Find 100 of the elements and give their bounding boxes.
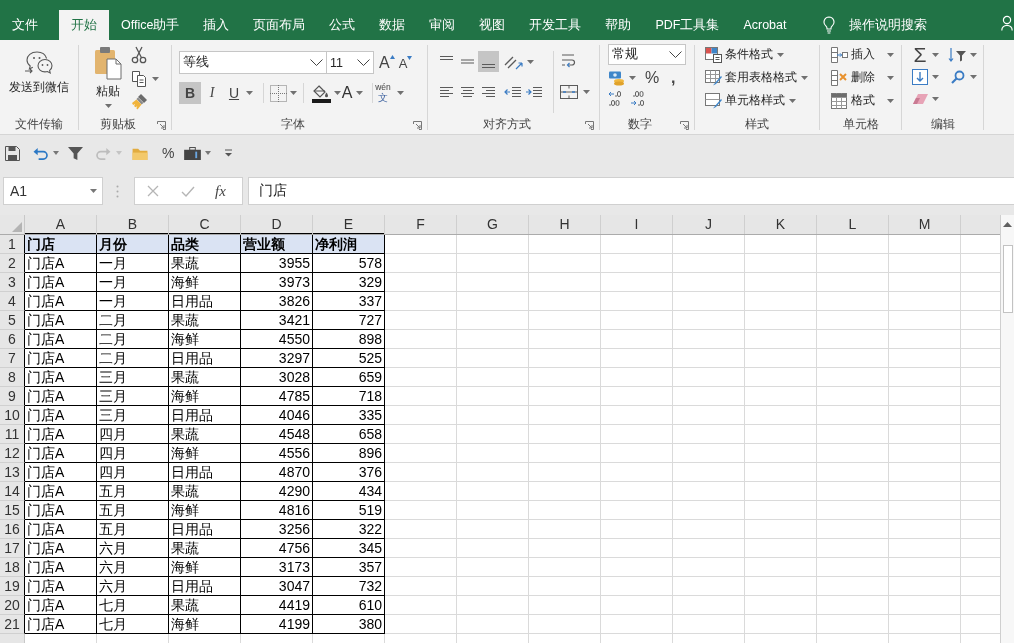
row-header[interactable]: 10 [0,406,25,425]
ribbon-tab[interactable]: 开始 [59,10,109,40]
column-header[interactable]: G [457,215,529,234]
paste-button[interactable]: 粘贴 [88,46,128,108]
column-header[interactable]: F [385,215,457,234]
ribbon-tab[interactable]: 文件 [0,10,50,40]
send-to-wechat-button[interactable]: 发送到微信 [9,50,69,96]
caret-icon[interactable] [290,91,297,95]
undo-icon[interactable] [33,146,48,160]
row-header[interactable]: 12 [0,444,25,463]
column-header[interactable]: E [313,215,385,234]
column-header[interactable]: D [241,215,313,234]
caret-icon[interactable] [246,91,253,95]
ribbon-tab[interactable]: 公式 [317,10,368,40]
font-name-field[interactable]: 等线 [179,51,327,74]
formula-input[interactable]: 门店 [248,177,1014,205]
ribbon-tab[interactable]: 帮助 [593,10,644,40]
caret-icon[interactable] [970,53,977,57]
money-icon[interactable] [608,69,625,86]
percent-style-button[interactable]: % [645,68,660,87]
decrease-font-size-button[interactable]: A [398,52,413,73]
number-format-field[interactable]: 常规 [608,44,686,65]
user-icon[interactable] [1001,15,1013,31]
font-color-button[interactable]: A [341,83,353,103]
row-header[interactable]: 19 [0,577,25,596]
dialog-launcher-icon[interactable] [413,121,422,130]
row-header[interactable]: 14 [0,482,25,501]
format-cells-button[interactable]: 格式 [831,90,894,111]
filter-icon[interactable] [68,145,83,161]
column-header[interactable]: K [745,215,817,234]
row-header[interactable]: 1 [0,235,25,254]
row-header[interactable]: 4 [0,292,25,311]
caret-icon[interactable] [356,91,363,95]
row-header[interactable]: 5 [0,311,25,330]
row-header[interactable]: 13 [0,463,25,482]
column-header[interactable]: H [529,215,601,234]
caret-icon[interactable] [527,59,534,64]
column-header[interactable]: M [889,215,961,234]
insert-cells-button[interactable]: 插入 [831,44,894,65]
row-header[interactable]: 16 [0,520,25,539]
row-header[interactable]: 21 [0,615,25,634]
row-header[interactable]: 20 [0,596,25,615]
ribbon-tab[interactable]: 页面布局 [241,10,318,40]
scissors-icon[interactable] [131,46,147,64]
phonetic-guide-button[interactable]: wén 文 [373,83,393,103]
insert-function-button[interactable]: fx [215,182,226,200]
borders-icon[interactable] [270,84,287,102]
column-header[interactable]: J [673,215,745,234]
fill-down-icon[interactable] [912,69,928,85]
row-header[interactable]: 6 [0,330,25,349]
customize-menu-icon[interactable] [224,149,234,157]
row-header[interactable]: 17 [0,539,25,558]
ribbon-tab[interactable]: 开发工具 [517,10,594,40]
vertical-scrollbar[interactable] [1000,215,1014,643]
column-header[interactable]: B [97,215,169,234]
comma-style-button[interactable]: , [669,69,678,86]
row-header[interactable]: 9 [0,387,25,406]
font-size-field[interactable]: 11 [327,51,374,74]
percent-button[interactable]: % [162,145,175,161]
column-header[interactable]: A [25,215,97,234]
caret-icon[interactable] [334,91,341,95]
column-header[interactable]: L [817,215,889,234]
caret-icon[interactable] [970,75,977,79]
row-header[interactable]: 18 [0,558,25,577]
row-header[interactable]: 8 [0,368,25,387]
align-bottom-icon[interactable] [478,51,499,72]
caret-icon[interactable] [53,151,59,155]
save-icon[interactable] [5,145,20,161]
table-format-button[interactable]: 套用表格格式 [705,67,808,88]
tell-me-search-button[interactable]: 操作说明搜索 [822,10,927,40]
increase-font-size-button[interactable]: A [379,53,395,72]
paintbrush-icon[interactable] [131,93,148,110]
scrollbar-thumb[interactable] [1002,245,1013,313]
caret-icon[interactable] [104,104,112,108]
row-header[interactable]: 2 [0,254,25,273]
ribbon-tab[interactable]: Acrobat [731,10,799,40]
column-header[interactable]: I [601,215,673,234]
scroll-up-icon[interactable] [1003,222,1012,227]
underline-button[interactable]: U [223,82,245,104]
increase-decimal-icon[interactable] [608,90,624,107]
name-box[interactable]: A1 [3,177,103,205]
copy-icon[interactable] [131,70,147,87]
ribbon-tab[interactable]: PDF工具集 [643,10,732,40]
row-header[interactable]: 3 [0,273,25,292]
row-header[interactable]: 7 [0,349,25,368]
eraser-icon[interactable] [912,93,929,105]
dialog-launcher-icon[interactable] [680,121,689,130]
bold-button[interactable]: B [179,82,201,104]
ribbon-tab[interactable]: 视图 [467,10,518,40]
caret-icon[interactable] [932,75,939,79]
caret-icon[interactable] [583,90,590,94]
caret-icon[interactable] [397,91,404,95]
dialog-launcher-icon[interactable] [157,121,166,130]
autosum-button[interactable]: Σ [912,45,928,65]
caret-icon[interactable] [932,97,939,101]
ribbon-tab[interactable]: 数据 [367,10,418,40]
paint-bucket-icon[interactable] [312,83,331,103]
caret-icon[interactable] [932,53,939,57]
dialog-launcher-icon[interactable] [585,121,594,130]
column-header[interactable]: C [169,215,241,234]
